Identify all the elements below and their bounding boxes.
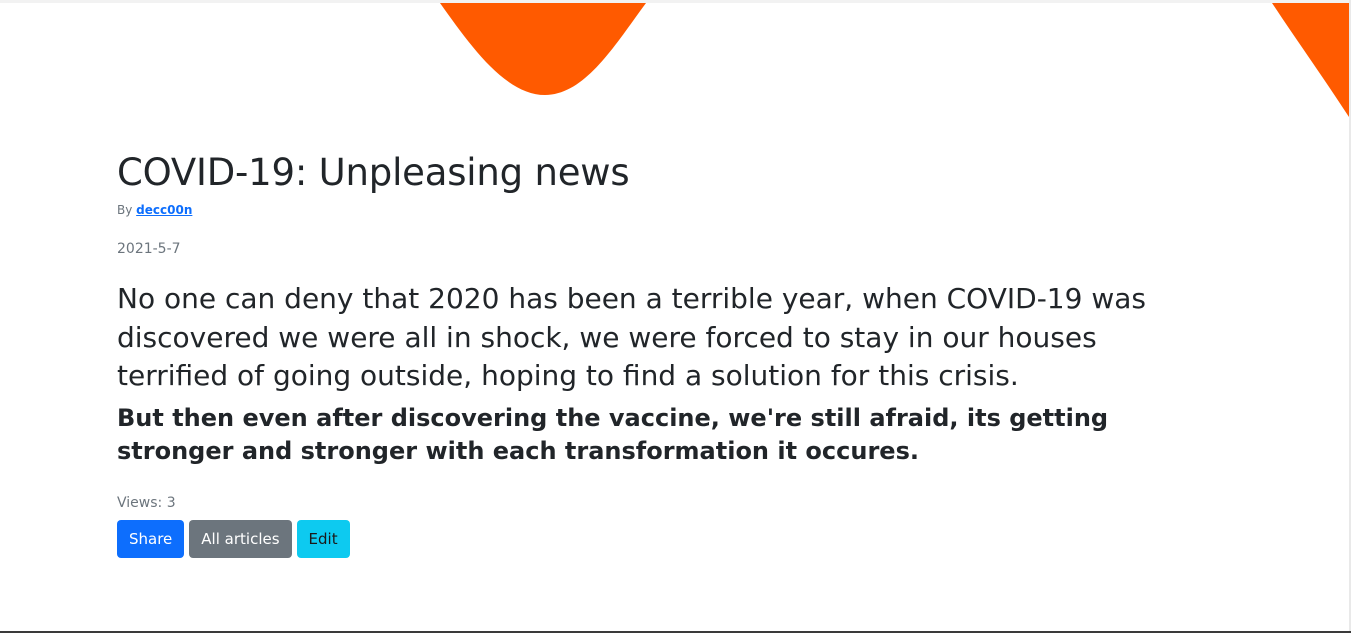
edit-button[interactable]: Edit: [296, 519, 350, 558]
orange-blob-corner: [1272, 3, 1349, 117]
article-lead: No one can deny that 2020 has been a ter…: [117, 282, 1146, 392]
article-actions: Share All articles Edit: [117, 519, 1217, 558]
view-count: Views: 3: [117, 494, 1217, 512]
article-title: COVID-19: Unpleasing news: [117, 151, 630, 194]
views-label: Views:: [117, 494, 163, 511]
article-date: 2021-5-7: [117, 241, 181, 257]
article: COVID-19: Unpleasing news By decc00n 202…: [117, 150, 1217, 558]
byline: By decc00n: [117, 202, 1217, 218]
orange-blob-top: [440, 3, 646, 95]
by-label: By: [117, 203, 133, 217]
share-button[interactable]: Share: [117, 519, 185, 558]
author-link[interactable]: decc00n: [136, 203, 192, 217]
all-articles-button[interactable]: All articles: [189, 519, 292, 558]
views-value: 3: [166, 494, 176, 511]
article-body: But then even after discovering the vacc…: [117, 403, 1109, 465]
page: COVID-19: Unpleasing news By decc00n 202…: [0, 0, 1351, 633]
